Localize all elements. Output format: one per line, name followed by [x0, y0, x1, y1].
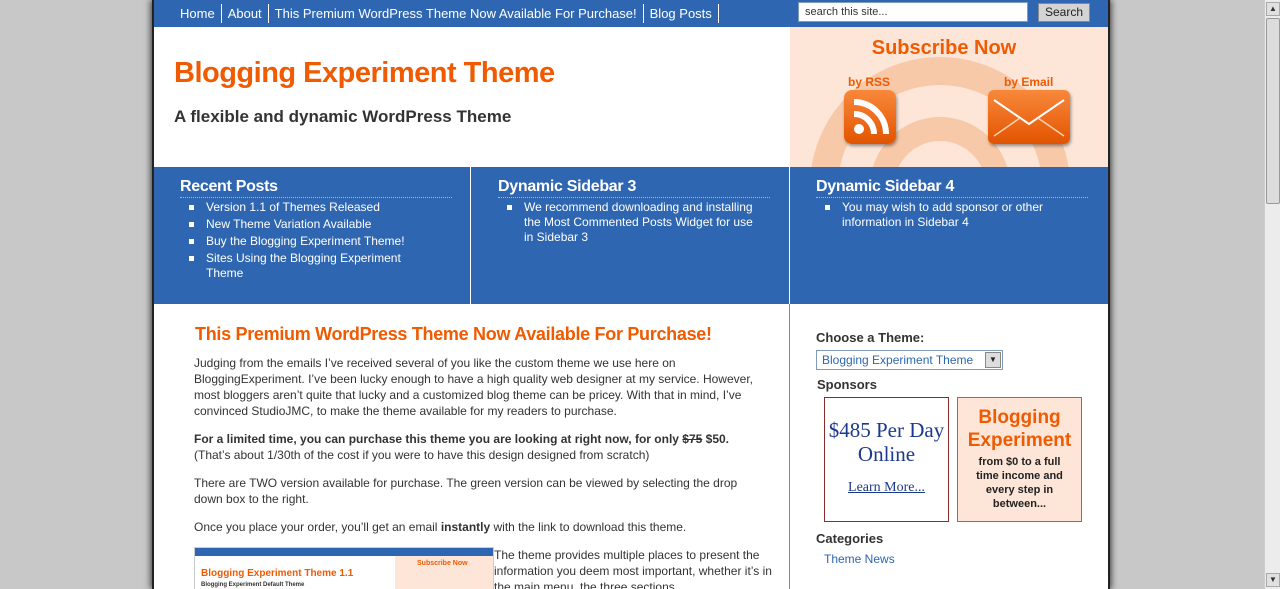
old-price: $75: [682, 432, 703, 446]
category-link[interactable]: Theme News: [824, 552, 895, 566]
nav-about-link[interactable]: About: [222, 4, 269, 23]
list-item: We recommend downloading and installing …: [506, 200, 754, 245]
post-body: Judging from the emails I’ve received se…: [194, 355, 764, 547]
nav-home-link[interactable]: Home: [174, 4, 222, 23]
recent-post-link[interactable]: New Theme Variation Available: [188, 217, 436, 232]
price-offer-text: For a limited time, you can purchase thi…: [194, 432, 729, 446]
thumbnail-subscribe-label: Subscribe Now: [417, 560, 468, 567]
subscribe-box: Subscribe Now by RSS by Email: [790, 27, 1108, 167]
vertical-scrollbar[interactable]: ▲ ▼: [1264, 0, 1280, 589]
order-text-bold: instantly: [440, 520, 491, 534]
scrollbar-thumb[interactable]: [1266, 18, 1280, 204]
recent-posts-heading: Recent Posts: [180, 178, 452, 198]
recent-post-link[interactable]: Version 1.1 of Themes Released: [188, 200, 436, 215]
main-content: This Premium WordPress Theme Now Availab…: [154, 304, 790, 589]
categories-heading: Categories: [816, 531, 884, 546]
dynamic-sidebar-3-heading: Dynamic Sidebar 3: [498, 178, 770, 198]
thumbnail-nav-bar: [195, 548, 493, 556]
dynamic-sidebar-3-list: We recommend downloading and installing …: [506, 200, 754, 247]
subscribe-title: Subscribe Now: [871, 37, 1017, 59]
order-text-a: Once you place your order, you’ll get an…: [194, 520, 441, 534]
post-title[interactable]: This Premium WordPress Theme Now Availab…: [195, 324, 712, 345]
sponsors-heading: Sponsors: [817, 377, 877, 392]
sponsor-ad-income[interactable]: $485 Per Day Online Learn More...: [824, 397, 949, 522]
order-text-b: with the link to download this theme.: [490, 520, 687, 534]
subscribe-email-label[interactable]: by Email: [1004, 75, 1053, 89]
offer-text: For a limited time, you can purchase thi…: [194, 432, 683, 446]
choose-theme-heading: Choose a Theme:: [816, 330, 925, 345]
envelope-icon[interactable]: [988, 90, 1070, 144]
post-paragraph: For a limited time, you can purchase thi…: [194, 431, 764, 463]
ad-title: Blogging Experiment: [967, 407, 1072, 451]
price-note: (That’s about 1/30th of the cost if you …: [194, 448, 650, 462]
right-sidebar: Choose a Theme: Blogging Experiment Them…: [791, 304, 1108, 589]
scroll-up-arrow-icon[interactable]: ▲: [1266, 2, 1280, 16]
widget-bar: Recent Posts Version 1.1 of Themes Relea…: [154, 167, 1108, 304]
post-paragraph: There are TWO version available for purc…: [194, 476, 738, 506]
recent-posts-list: Version 1.1 of Themes Released New Theme…: [188, 200, 436, 283]
recent-post-link[interactable]: Buy the Blogging Experiment Theme!: [188, 234, 436, 249]
thumbnail-subtitle: Blogging Experiment Default Theme: [201, 582, 305, 588]
recent-post-link[interactable]: Sites Using the Blogging Experiment Them…: [188, 251, 436, 281]
site-header: Blogging Experiment Theme A flexible and…: [154, 27, 1108, 167]
search-input[interactable]: [798, 2, 1028, 22]
dynamic-sidebar-4-heading: Dynamic Sidebar 4: [816, 178, 1088, 198]
theme-select-value: Blogging Experiment Theme: [822, 353, 974, 367]
page-container: Home About This Premium WordPress Theme …: [152, 0, 1110, 589]
top-nav-bar: Home About This Premium WordPress Theme …: [154, 0, 1108, 27]
theme-preview-thumbnail[interactable]: Blogging Experiment Theme 1.1 Blogging E…: [194, 547, 494, 589]
theme-select[interactable]: Blogging Experiment Theme ▼: [816, 350, 1003, 370]
rss-feed-icon[interactable]: [844, 90, 896, 144]
site-tagline: A flexible and dynamic WordPress Theme: [174, 107, 512, 126]
chevron-down-icon[interactable]: ▼: [985, 352, 1001, 368]
thumbnail-title: Blogging Experiment Theme 1.1: [201, 568, 354, 579]
post-paragraph: Once you place your order, you’ll get an…: [194, 519, 764, 535]
dynamic-sidebar-3-widget: Dynamic Sidebar 3 We recommend downloadi…: [472, 167, 790, 304]
nav-blog-posts-link[interactable]: Blog Posts: [644, 4, 719, 23]
post-paragraph: The theme provides multiple places to pr…: [494, 548, 772, 589]
thumbnail-subscribe-box: Subscribe Now: [395, 556, 493, 589]
nav-premium-theme-link[interactable]: This Premium WordPress Theme Now Availab…: [269, 4, 644, 23]
site-title[interactable]: Blogging Experiment Theme: [174, 57, 555, 90]
post-paragraph: Judging from the emails I’ve received se…: [194, 356, 753, 418]
ad-subtitle: from $0 to a full time income and every …: [976, 456, 1063, 510]
ad-headline: $485 Per Day Online: [828, 418, 945, 466]
list-item: You may wish to add sponsor or other inf…: [824, 200, 1072, 230]
dynamic-sidebar-4-list: You may wish to add sponsor or other inf…: [824, 200, 1072, 232]
ad-learn-more-link[interactable]: Learn More...: [825, 480, 948, 496]
subscribe-rss-label[interactable]: by RSS: [848, 75, 890, 89]
recent-posts-widget: Recent Posts Version 1.1 of Themes Relea…: [154, 167, 471, 304]
new-price: $50.: [702, 432, 730, 446]
search-button[interactable]: Search: [1038, 3, 1090, 22]
main-menu: Home About This Premium WordPress Theme …: [174, 4, 719, 23]
dynamic-sidebar-4-widget: Dynamic Sidebar 4 You may wish to add sp…: [790, 167, 1108, 304]
scroll-down-arrow-icon[interactable]: ▼: [1266, 573, 1280, 587]
sponsor-ad-blogging-experiment[interactable]: Blogging Experiment from $0 to a full ti…: [957, 397, 1082, 522]
